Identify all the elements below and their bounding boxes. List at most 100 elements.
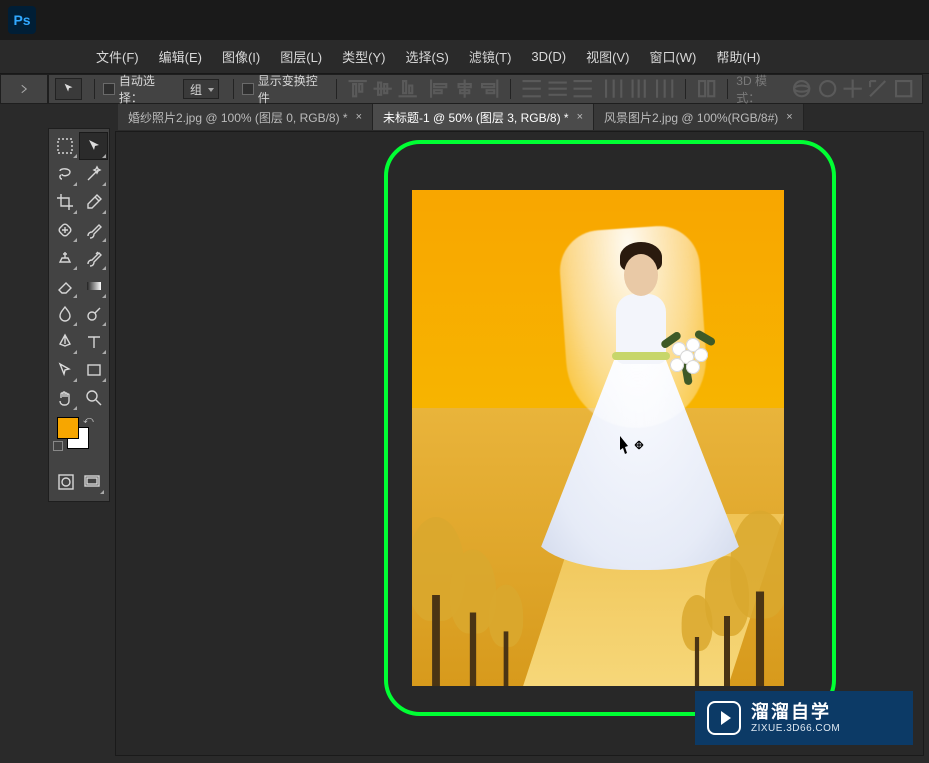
menu-3d[interactable]: 3D(D) xyxy=(521,43,576,70)
ps-logo: Ps xyxy=(8,6,36,34)
align-bottom-icon[interactable] xyxy=(397,79,418,99)
foreground-swatch[interactable] xyxy=(57,417,79,439)
close-icon[interactable]: × xyxy=(356,111,362,123)
history-brush-tool[interactable] xyxy=(80,245,107,271)
move-tool-icon xyxy=(62,82,76,96)
roll-3d-icon[interactable] xyxy=(817,79,838,99)
chevron-right-icon xyxy=(18,83,30,95)
watermark-en: ZIXUE.3D66.COM xyxy=(751,723,840,735)
separator xyxy=(685,79,686,99)
pen-tool[interactable] xyxy=(51,329,78,355)
document-tabs: 婚纱照片2.jpg @ 100% (图层 0, RGB/8) * × 未标题-1… xyxy=(118,104,804,130)
show-transform-checkbox[interactable] xyxy=(242,83,254,95)
watermark-cn: 溜溜自学 xyxy=(751,702,840,723)
hand-tool[interactable] xyxy=(51,385,78,411)
menu-image[interactable]: 图像(I) xyxy=(212,41,270,72)
distribute-left-icon[interactable] xyxy=(603,79,624,99)
separator xyxy=(94,79,95,99)
menu-filter[interactable]: 滤镜(T) xyxy=(459,41,522,72)
lasso-tool[interactable] xyxy=(51,161,78,187)
document-tab-label: 风景图片2.jpg @ 100%(RGB/8#) xyxy=(604,109,778,126)
gradient-tool[interactable] xyxy=(80,273,107,299)
auto-select-value: 组 xyxy=(190,81,202,98)
separator xyxy=(336,79,337,99)
bouquet xyxy=(666,334,716,388)
dodge-tool[interactable] xyxy=(80,301,107,327)
menu-bar: 文件(F) 编辑(E) 图像(I) 图层(L) 类型(Y) 选择(S) 滤镜(T… xyxy=(0,40,929,74)
close-icon[interactable]: × xyxy=(786,111,792,123)
document-tab-2[interactable]: 未标题-1 @ 50% (图层 3, RGB/8) * × xyxy=(373,104,594,130)
separator xyxy=(727,79,728,99)
align-vcenter-icon[interactable] xyxy=(372,79,393,99)
orbit-3d-icon[interactable] xyxy=(791,79,812,99)
toolbox: ⤺ xyxy=(48,128,110,502)
document-tab-3[interactable]: 风景图片2.jpg @ 100%(RGB/8#) × xyxy=(594,104,804,130)
options-bar: 自动选择： 组 显示变换控件 3D 模式： xyxy=(48,74,923,104)
collapse-toggle[interactable] xyxy=(0,74,48,104)
menu-edit[interactable]: 编辑(E) xyxy=(149,41,212,72)
screen-mode-tool[interactable] xyxy=(79,469,105,495)
menu-layer[interactable]: 图层(L) xyxy=(270,41,332,72)
workspace-area[interactable] xyxy=(116,132,923,755)
auto-select-label: 自动选择： xyxy=(119,72,177,106)
align-hcenter-icon[interactable] xyxy=(454,79,475,99)
align-top-icon[interactable] xyxy=(347,79,368,99)
separator xyxy=(510,79,511,99)
type-tool[interactable] xyxy=(80,329,107,355)
document-tab-label: 未标题-1 @ 50% (图层 3, RGB/8) * xyxy=(383,109,569,126)
healing-brush-tool[interactable] xyxy=(51,217,78,243)
scale-3d-icon[interactable] xyxy=(893,79,914,99)
align-right-icon[interactable] xyxy=(479,79,500,99)
title-bar: Ps xyxy=(0,0,929,40)
blur-tool[interactable] xyxy=(51,301,78,327)
watermark-badge: 溜溜自学 ZIXUE.3D66.COM xyxy=(695,691,913,745)
color-swatches[interactable]: ⤺ xyxy=(51,413,107,455)
menu-help[interactable]: 帮助(H) xyxy=(706,41,770,72)
menu-file[interactable]: 文件(F) xyxy=(86,41,149,72)
active-tool-indicator[interactable] xyxy=(55,78,82,100)
bride-layer[interactable] xyxy=(478,214,734,574)
path-select-tool[interactable] xyxy=(51,357,78,383)
clone-stamp-tool[interactable] xyxy=(51,245,78,271)
magic-wand-tool[interactable] xyxy=(80,161,107,187)
crop-tool[interactable] xyxy=(51,189,78,215)
document-canvas[interactable] xyxy=(412,190,784,686)
menu-window[interactable]: 窗口(W) xyxy=(639,41,706,72)
document-tab-1[interactable]: 婚纱照片2.jpg @ 100% (图层 0, RGB/8) * × xyxy=(118,104,373,130)
separator xyxy=(233,79,234,99)
show-transform-label: 显示变换控件 xyxy=(258,72,328,106)
photoshop-window: Ps 文件(F) 编辑(E) 图像(I) 图层(L) 类型(Y) 选择(S) 滤… xyxy=(0,0,929,763)
close-icon[interactable]: × xyxy=(577,111,583,123)
marquee-tool[interactable] xyxy=(51,133,78,159)
move-cursor-icon xyxy=(618,434,644,461)
distribute-hcenter-icon[interactable] xyxy=(628,79,649,99)
auto-select-checkbox[interactable] xyxy=(103,83,115,95)
slide-3d-icon[interactable] xyxy=(867,79,888,99)
auto-select-dropdown[interactable]: 组 xyxy=(183,79,219,99)
move-tool[interactable] xyxy=(80,133,107,159)
default-colors-icon[interactable] xyxy=(53,441,63,451)
distribute-right-icon[interactable] xyxy=(654,79,675,99)
document-tab-label: 婚纱照片2.jpg @ 100% (图层 0, RGB/8) * xyxy=(128,109,348,126)
eyedropper-tool[interactable] xyxy=(80,189,107,215)
brush-tool[interactable] xyxy=(80,217,107,243)
rectangle-tool[interactable] xyxy=(80,357,107,383)
dress-sash xyxy=(612,352,670,360)
menu-view[interactable]: 视图(V) xyxy=(576,41,639,72)
play-icon xyxy=(707,701,741,735)
auto-align-icon[interactable] xyxy=(696,79,717,99)
eraser-tool[interactable] xyxy=(51,273,78,299)
distribute-bottom-icon[interactable] xyxy=(572,79,593,99)
watermark-text: 溜溜自学 ZIXUE.3D66.COM xyxy=(751,702,840,734)
align-left-icon[interactable] xyxy=(428,79,449,99)
distribute-top-icon[interactable] xyxy=(521,79,542,99)
quick-mask-tool[interactable] xyxy=(53,469,79,495)
zoom-tool[interactable] xyxy=(80,385,107,411)
face xyxy=(624,254,658,296)
menu-select[interactable]: 选择(S) xyxy=(395,41,458,72)
swap-colors-icon[interactable]: ⤺ xyxy=(83,415,94,426)
pan-3d-icon[interactable] xyxy=(842,79,863,99)
mode-3d-label: 3D 模式： xyxy=(736,72,789,106)
menu-type[interactable]: 类型(Y) xyxy=(332,41,395,72)
distribute-vcenter-icon[interactable] xyxy=(547,79,568,99)
